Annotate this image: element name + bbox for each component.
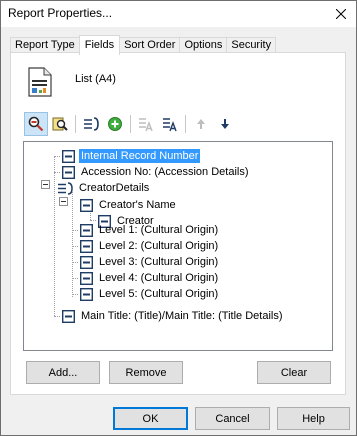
help-button[interactable]: Help [277,407,350,430]
tree-guide-line [72,294,78,295]
tree-guide-line [72,230,78,231]
tree-node[interactable]: Level 2: (Cultural Origin) [80,238,220,254]
tree-guide-line [72,246,78,247]
tree-guide-line [90,220,96,221]
remove-button[interactable]: Remove [109,361,183,384]
field-icon [80,223,93,237]
search-field-icon [28,116,44,132]
field-icon [80,239,93,253]
fields-toolbar [24,111,237,137]
tree-collapse-toggle[interactable] [41,180,50,189]
tree-node[interactable]: Creator's Name [80,197,178,213]
field-a-edit-button[interactable] [158,112,182,136]
fields-tree[interactable]: Internal Record Number Accession No: (Ac… [23,141,333,351]
tree-node-label: Level 5: (Cultural Origin) [99,288,219,300]
field-a-edit-icon [163,118,177,132]
field-icon [80,198,93,212]
tree-node[interactable]: Level 3: (Cultural Origin) [80,254,220,270]
tree-node[interactable]: Internal Record Number [62,148,201,164]
fields-tab-panel: List (A4) Internal Record Number Accessi… [10,52,346,395]
field-icon [62,165,75,179]
group-icon [58,181,73,195]
tree-node[interactable]: CreatorDetails [58,180,151,196]
window-title: Report Properties... [8,6,113,20]
tree-node[interactable]: Level 1: (Cultural Origin) [80,222,220,238]
field-a-icon [139,118,153,132]
tree-guide-line [54,316,60,317]
move-up-button[interactable] [189,112,213,136]
toolbar-separator [75,115,76,133]
add-field-button[interactable] [103,112,127,136]
cancel-button[interactable]: Cancel [195,407,270,430]
find-field-button[interactable] [48,112,72,136]
field-icon [62,309,75,323]
tree-node-label: CreatorDetails [79,182,150,194]
tree-node-label: Internal Record Number [79,149,201,163]
title-bar: Report Properties... [1,1,356,27]
move-down-icon [221,119,229,129]
field-icon [80,271,93,285]
field-icon [80,255,93,269]
group-icon [84,117,99,131]
tree-node-label: Main Title: (Title)/Main Title: (Title D… [81,310,283,322]
group-button[interactable] [79,112,103,136]
tree-guide-line [54,156,60,157]
clear-button[interactable]: Clear [257,361,331,384]
add-green-icon [108,117,122,131]
search-field-button[interactable] [24,112,48,136]
close-icon [336,9,346,19]
move-down-button[interactable] [213,112,237,136]
tree-node-label: Level 2: (Cultural Origin) [99,240,219,252]
move-up-icon [197,119,205,129]
tree-node[interactable]: Level 4: (Cultural Origin) [80,270,220,286]
ok-button[interactable]: OK [113,407,188,430]
tree-guide-line [72,192,73,297]
tree-node-label: Level 4: (Cultural Origin) [99,272,219,284]
toolbar-separator [130,115,131,133]
tree-guide-line [54,156,55,316]
tree-node-label: Accession No: (Accession Details) [81,166,249,178]
tree-guide-line [72,278,78,279]
report-layout-name: List (A4) [75,73,116,85]
document-chart-icon [28,67,52,97]
find-field-icon [52,117,68,131]
toolbar-separator [185,115,186,133]
tree-guide-line [54,172,60,173]
tree-guide-line [72,262,78,263]
tab-strip: Report Type Fields Sort Order Options Se… [10,35,277,55]
tab-fields[interactable]: Fields [78,35,121,55]
report-properties-dialog: Report Properties... Report Type Fields … [0,0,357,436]
field-icon [62,149,75,163]
tree-node[interactable]: Accession No: (Accession Details) [62,164,251,180]
tree-node[interactable]: Level 5: (Cultural Origin) [80,286,220,302]
tree-node-label: Level 1: (Cultural Origin) [99,224,219,236]
field-icon [80,287,93,301]
tree-node-label: Creator's Name [99,199,176,211]
tree-collapse-toggle[interactable] [59,197,68,206]
close-button[interactable] [326,1,356,27]
tree-node-label: Level 3: (Cultural Origin) [99,256,219,268]
tree-node[interactable]: Main Title: (Title)/Main Title: (Title D… [62,308,285,324]
add-button[interactable]: Add... [26,361,100,384]
field-a-button[interactable] [134,112,158,136]
